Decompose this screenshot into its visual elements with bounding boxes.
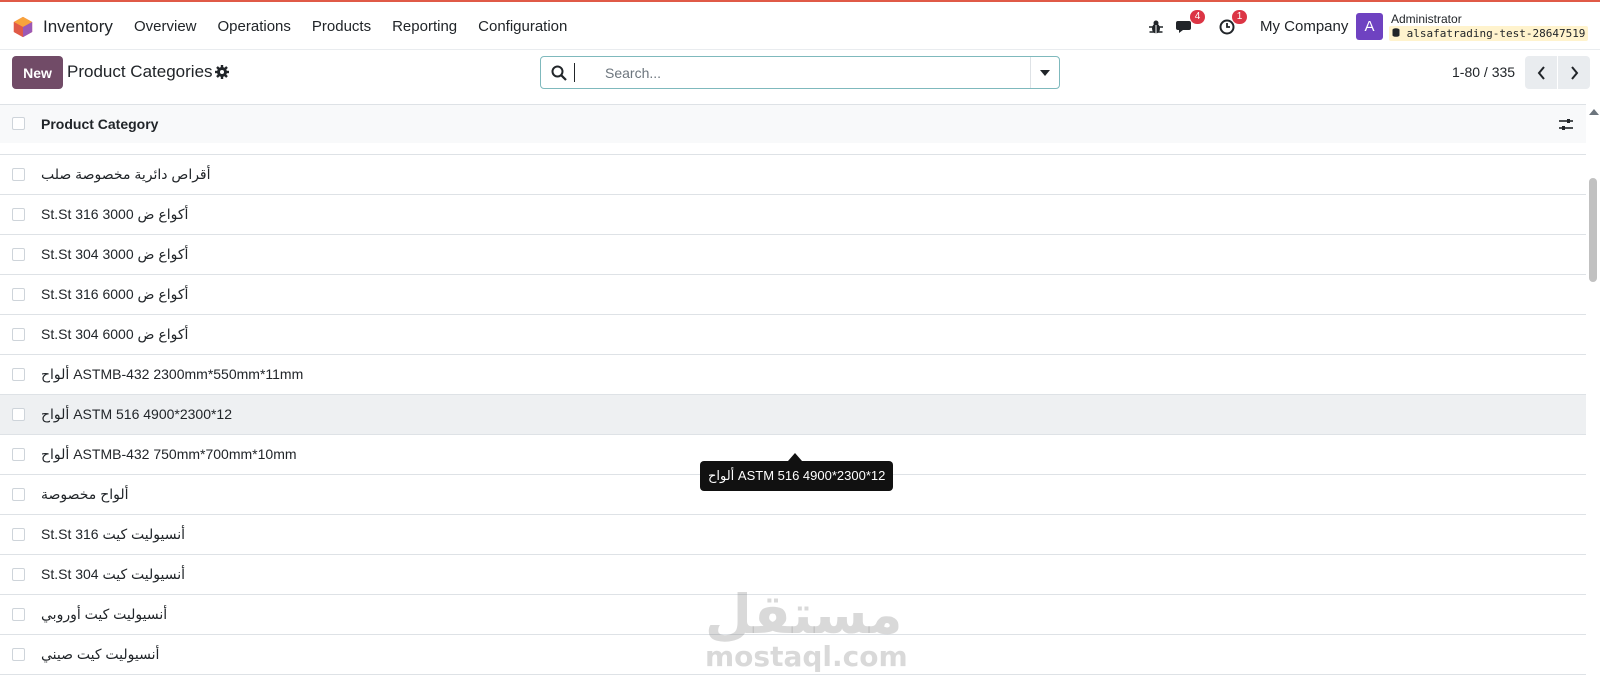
table-row[interactable]: St.St 316 أنسيوليت كيت [0,515,1586,555]
row-checkbox[interactable] [12,488,25,501]
table-row[interactable]: ألواح ASTM 516 4900*2300*12 [0,395,1586,435]
activities-badge: 1 [1232,10,1247,24]
bug-icon [1145,16,1167,38]
product-category-cell[interactable]: أنسيوليت كيت صيني [41,646,159,663]
table-row[interactable]: St.St 316 أكواع ض 3000 [0,195,1586,235]
tooltip-arrow [788,453,802,461]
caret-down-icon [1040,69,1050,76]
row-checkbox[interactable] [12,368,25,381]
table-row[interactable]: St.St 304 أكواع ض 6000 [0,315,1586,355]
watermark-arabic: مستقل [705,583,903,646]
search-caret [574,63,575,82]
sliders-icon[interactable] [1558,117,1574,133]
product-category-cell[interactable]: ألواح ASTMB-432 2300mm*550mm*11mm [41,366,303,383]
product-category-cell[interactable]: ألواح ASTM 516 4900*2300*12 [41,406,232,423]
clock-icon: 1 [1216,10,1247,38]
app-name[interactable]: Inventory [43,17,113,37]
table-row[interactable]: St.St 316 أكواع ض 6000 [0,275,1586,315]
table-row[interactable]: أقراص دائرية مخصوصة صلب [0,155,1586,195]
search-options-toggle[interactable] [1030,57,1059,88]
top-navbar: Inventory Overview Operations Products R… [0,0,1600,50]
row-checkbox[interactable] [12,448,25,461]
search-icon [551,65,567,81]
row-checkbox[interactable] [12,208,25,221]
new-button[interactable]: New [12,56,63,89]
watermark-latin: mostaql.com [705,640,908,673]
product-category-cell[interactable]: St.St 304 أكواع ض 3000 [41,246,188,263]
main-menu: Overview Operations Products Reporting C… [134,18,588,35]
scroll-up-arrow-icon[interactable] [1589,109,1599,115]
row-checkbox[interactable] [12,608,25,621]
debug-button[interactable] [1145,12,1167,42]
database-name: alsafatrading-test-28647519 [1389,26,1589,41]
product-category-cell[interactable]: أقراص دائرية مخصوصة صلب [41,166,211,183]
user-name[interactable]: Administrator [1391,12,1462,26]
scroll-thumb[interactable] [1589,178,1597,282]
product-category-cell[interactable]: St.St 304 أنسيوليت كيت [41,566,185,583]
database-icon [1392,28,1400,37]
product-category-cell[interactable]: St.St 316 أكواع ض 6000 [41,286,188,303]
menu-reporting[interactable]: Reporting [392,18,457,35]
product-category-cell[interactable]: ألواح مخصوصة [41,486,129,503]
product-category-cell[interactable]: St.St 304 أكواع ض 6000 [41,326,188,343]
chat-icon: 4 [1174,10,1205,38]
vertical-scrollbar[interactable] [1586,104,1600,694]
row-checkbox[interactable] [12,328,25,341]
watermark: مستقل mostaql.com [705,583,908,673]
row-checkbox[interactable] [12,648,25,661]
row-checkbox[interactable] [12,528,25,541]
row-checkbox[interactable] [12,568,25,581]
chevron-left-icon [1537,65,1545,80]
product-category-cell[interactable]: ألواح ASTMB-432 750mm*700mm*10mm [41,446,297,463]
menu-configuration[interactable]: Configuration [478,18,567,35]
table-row[interactable]: ألواح ASTMB-432 2300mm*550mm*11mm [0,355,1586,395]
product-category-cell[interactable]: St.St 316 أكواع ض 3000 [41,206,188,223]
row-checkbox[interactable] [12,408,25,421]
table-row[interactable]: St.St 304 أكواع ض 3000 [0,235,1586,275]
activities-button[interactable]: 1 [1216,10,1247,42]
tooltip: ألواح ASTM 516 4900*2300*12 [700,461,894,491]
pager-value[interactable]: 1-80 / 335 [1452,64,1515,80]
pager-previous-button[interactable] [1525,56,1557,89]
company-switcher[interactable]: My Company [1260,18,1348,35]
product-category-cell[interactable]: أنسيوليت كيت أوروبي [41,606,167,623]
product-category-cell[interactable]: St.St 316 أنسيوليت كيت [41,526,185,543]
list-header: Product Category [0,105,1586,143]
row-checkbox[interactable] [12,168,25,181]
avatar[interactable]: A [1356,13,1383,40]
select-all-checkbox[interactable] [12,117,25,130]
gear-icon[interactable] [214,64,230,80]
menu-products[interactable]: Products [312,18,371,35]
messages-button[interactable]: 4 [1174,10,1205,42]
chevron-right-icon [1570,65,1578,80]
page-title[interactable]: Product Categories [67,62,213,82]
search-bar[interactable] [540,56,1060,89]
search-input[interactable] [605,61,1045,85]
row-checkbox[interactable] [12,248,25,261]
messages-badge: 4 [1190,10,1205,24]
inventory-logo-icon[interactable] [12,16,34,38]
database-name-text: alsafatrading-test-28647519 [1406,27,1586,40]
control-panel: New Product Categories 1-80 / 335 [0,50,1600,104]
pager-next-button[interactable] [1558,56,1590,89]
row-checkbox[interactable] [12,288,25,301]
column-header-product-category[interactable]: Product Category [41,116,158,132]
menu-overview[interactable]: Overview [134,18,197,35]
menu-operations[interactable]: Operations [218,18,291,35]
